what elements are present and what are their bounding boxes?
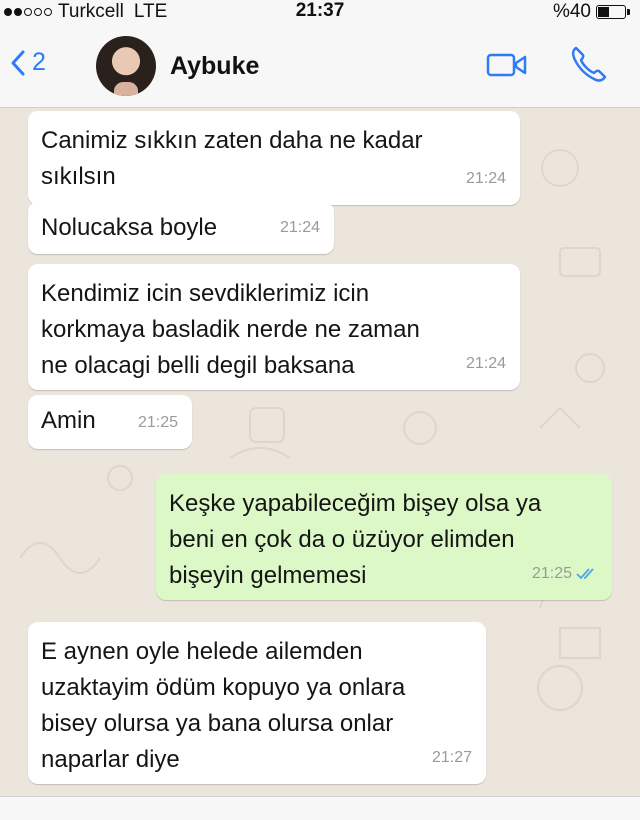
- message-text: E aynen oyle helede ailemden uzaktayim ö…: [41, 638, 406, 773]
- chat-header: 2 Aybuke: [0, 24, 640, 108]
- message-text: Keşke yapabileceğim bişey olsa ya beni e…: [169, 490, 542, 589]
- unread-count: 2: [32, 48, 46, 76]
- message-bubble-outgoing[interactable]: Keşke yapabileceğim bişey olsa ya beni e…: [156, 474, 612, 600]
- status-right: %40: [552, 1, 630, 23]
- message-time: 21:25: [137, 414, 178, 431]
- message-time: 21:27: [431, 749, 472, 766]
- message-bubble[interactable]: Canimiz sıkkın zaten daha ne kadar sıkıl…: [28, 111, 520, 205]
- status-time: 21:37: [295, 0, 345, 21]
- message-bubble[interactable]: Nolucaksa boyle 21:24: [28, 202, 334, 254]
- input-bar[interactable]: [0, 796, 640, 820]
- message-time: 21:24: [465, 170, 506, 187]
- message-time: 21:25: [531, 565, 572, 582]
- video-call-button[interactable]: [486, 51, 528, 84]
- phone-icon: [571, 46, 607, 82]
- battery-percent: %40: [552, 1, 591, 22]
- back-button[interactable]: 2: [10, 48, 46, 77]
- double-check-icon: [576, 568, 594, 580]
- video-camera-icon: [486, 53, 527, 77]
- avatar[interactable]: [96, 36, 156, 96]
- message-bubble[interactable]: E aynen oyle helede ailemden uzaktayim ö…: [28, 622, 486, 784]
- message-text: Canimiz sıkkın zaten daha ne kadar sıkıl…: [41, 127, 423, 190]
- message-bubble[interactable]: Kendimiz icin sevdiklerimiz icin korkmay…: [28, 264, 520, 390]
- chat-area[interactable]: Canimiz sıkkın zaten daha ne kadar sıkıl…: [0, 108, 640, 796]
- voice-call-button[interactable]: [568, 44, 610, 89]
- message-meta: 21:25: [532, 556, 598, 592]
- message-time: 21:24: [279, 219, 320, 236]
- battery-icon: [596, 5, 630, 19]
- battery-fill: [598, 7, 610, 17]
- message-bubble[interactable]: Amin 21:25: [28, 395, 192, 449]
- message-text: Kendimiz icin sevdiklerimiz icin korkmay…: [41, 280, 420, 379]
- chevron-left-icon: [11, 50, 25, 75]
- message-text: Nolucaksa boyle: [41, 214, 218, 241]
- message-time: 21:24: [465, 355, 506, 372]
- status-bar: Turkcell LTE 21:37 %40: [0, 0, 640, 24]
- contact-name[interactable]: Aybuke: [170, 52, 259, 81]
